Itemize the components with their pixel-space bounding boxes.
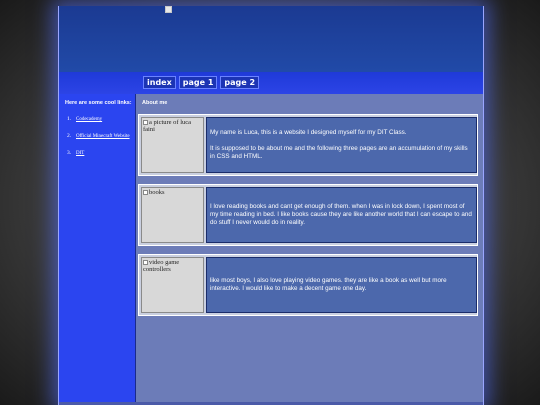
sidebar-title: Here are some cool links: [65, 100, 132, 106]
sidebar-item: 2. Official Minecraft Website [67, 133, 130, 150]
page-container: index page 1 page 2 Here are some cool l… [58, 6, 484, 405]
broken-image-icon [143, 190, 148, 195]
nav-bar: index page 1 page 2 [59, 72, 483, 95]
main-content: About me a picture of luca faini My name… [136, 94, 483, 405]
image-alt-text: books [149, 189, 165, 196]
card-image: video game controllers [141, 257, 204, 313]
card-text: I love reading books and cant get enough… [206, 187, 477, 243]
books-card: books I love reading books and cant get … [138, 184, 478, 246]
broken-image-icon [143, 120, 148, 125]
nav-link-page-1[interactable]: page 1 [178, 76, 218, 89]
list-number: 1. [67, 116, 72, 122]
card-paragraph: It is supposed to be about me and the fo… [210, 145, 468, 160]
sidebar-link-codecademy[interactable]: Codecademy [76, 117, 102, 122]
card-paragraph: I love reading books and cant get enough… [210, 203, 472, 226]
sidebar-link-dit[interactable]: DIT [76, 151, 84, 156]
image-alt-text: video game controllers [143, 259, 180, 273]
card-image: a picture of luca faini [141, 117, 204, 173]
card-paragraph: like most boys, I also love playing vide… [210, 277, 447, 292]
list-number: 3. [67, 150, 72, 156]
card-text: My name is Luca, this is a website I des… [206, 117, 477, 173]
sidebar: Here are some cool links: 1. Codecademy 2… [59, 94, 136, 405]
sidebar-item: 3. DIT [67, 150, 130, 167]
nav-links: index page 1 page 2 [143, 76, 260, 89]
card-image: books [141, 187, 204, 243]
image-alt-text: a picture of luca faini [143, 119, 192, 133]
content-title: About me [142, 100, 168, 106]
sidebar-link-list: 1. Codecademy 2. Official Minecraft Websit… [67, 116, 130, 167]
sidebar-link-minecraft[interactable]: Official Minecraft Website [76, 134, 130, 139]
nav-link-index[interactable]: index [143, 76, 176, 89]
list-number: 2. [67, 133, 72, 139]
sidebar-item: 1. Codecademy [67, 116, 130, 133]
card-paragraph: My name is Luca, this is a website I des… [210, 129, 407, 136]
broken-image-icon [143, 260, 148, 265]
broken-image-icon [165, 6, 172, 13]
games-card: video game controllers like most boys, I… [138, 254, 478, 316]
header-banner [59, 6, 483, 73]
about-card: a picture of luca faini My name is Luca,… [138, 114, 478, 176]
nav-link-page-2[interactable]: page 2 [220, 76, 260, 89]
card-text: like most boys, I also love playing vide… [206, 257, 477, 313]
